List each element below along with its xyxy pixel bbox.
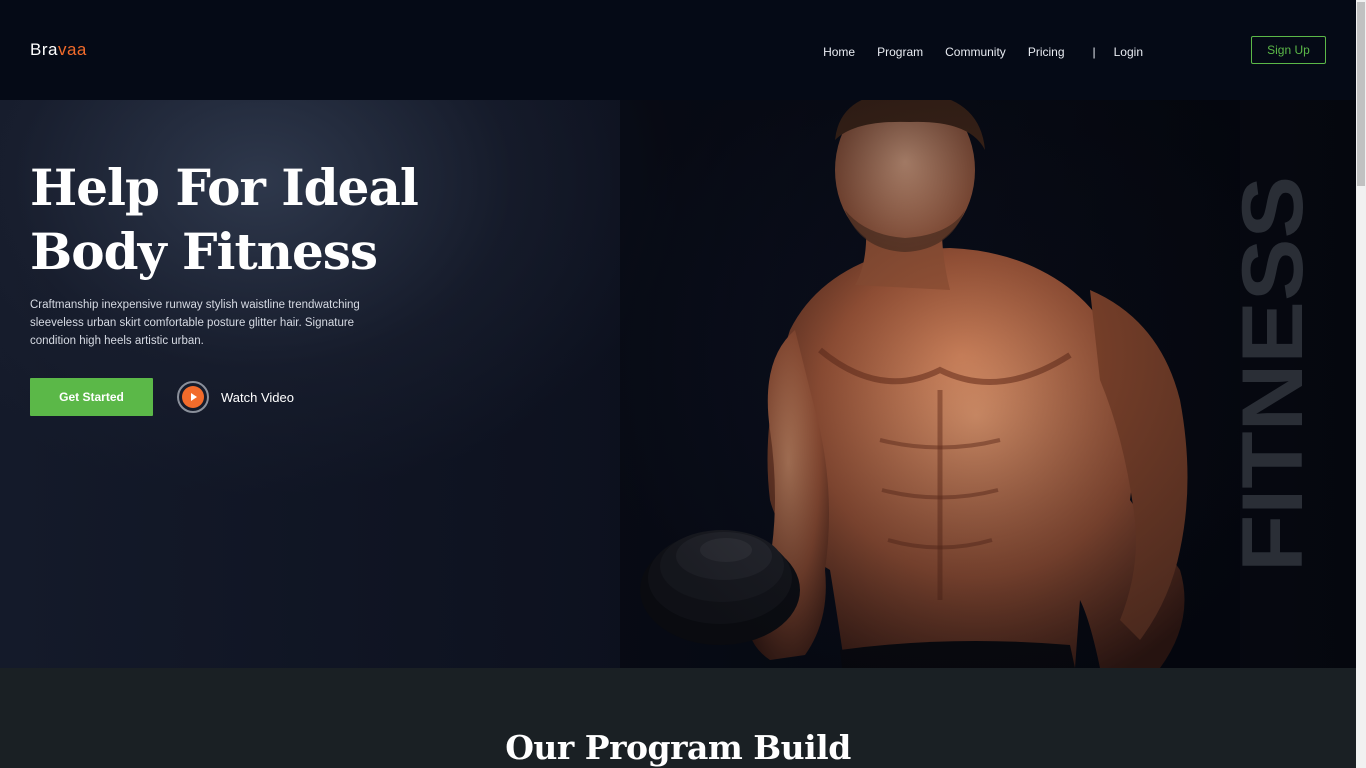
- main-nav: Home Program Community Pricing | Login: [801, 42, 1143, 62]
- athlete-image: [620, 100, 1240, 668]
- hero-title: Help For Ideal Body Fitness: [30, 158, 419, 281]
- play-icon-circle: [182, 386, 204, 408]
- nav-separator: |: [1092, 45, 1096, 59]
- landing-page: Bravaa Home Program Community Pricing | …: [0, 0, 1366, 768]
- brand-logo[interactable]: Bravaa: [30, 40, 87, 60]
- nav-program[interactable]: Program: [877, 44, 923, 60]
- watch-video-label: Watch Video: [221, 389, 294, 405]
- nav-community[interactable]: Community: [945, 44, 1006, 60]
- logo-text-accent: vaa: [57, 40, 87, 59]
- page-scrollbar[interactable]: [1356, 0, 1366, 768]
- get-started-button[interactable]: Get Started: [30, 378, 153, 416]
- signup-button[interactable]: Sign Up: [1251, 36, 1326, 64]
- site-header: Bravaa Home Program Community Pricing | …: [0, 0, 1356, 100]
- scrollbar-thumb[interactable]: [1357, 2, 1365, 186]
- athlete-vignette: [620, 100, 1240, 668]
- hero-section: Help For Ideal Body Fitness Craftmanship…: [0, 100, 1356, 668]
- program-title: Our Program Build: [505, 728, 851, 767]
- logo-text-primary: Bra: [30, 40, 58, 59]
- nav-login[interactable]: Login: [1114, 44, 1143, 60]
- play-icon[interactable]: [177, 381, 209, 413]
- play-icon-triangle: [191, 393, 197, 401]
- program-section: Our Program Build: [0, 668, 1356, 768]
- nav-home[interactable]: Home: [823, 44, 855, 60]
- hero-description: Craftmanship inexpensive runway stylish …: [30, 299, 360, 347]
- watch-video-button[interactable]: Watch Video: [177, 381, 294, 413]
- nav-pricing[interactable]: Pricing: [1028, 44, 1065, 60]
